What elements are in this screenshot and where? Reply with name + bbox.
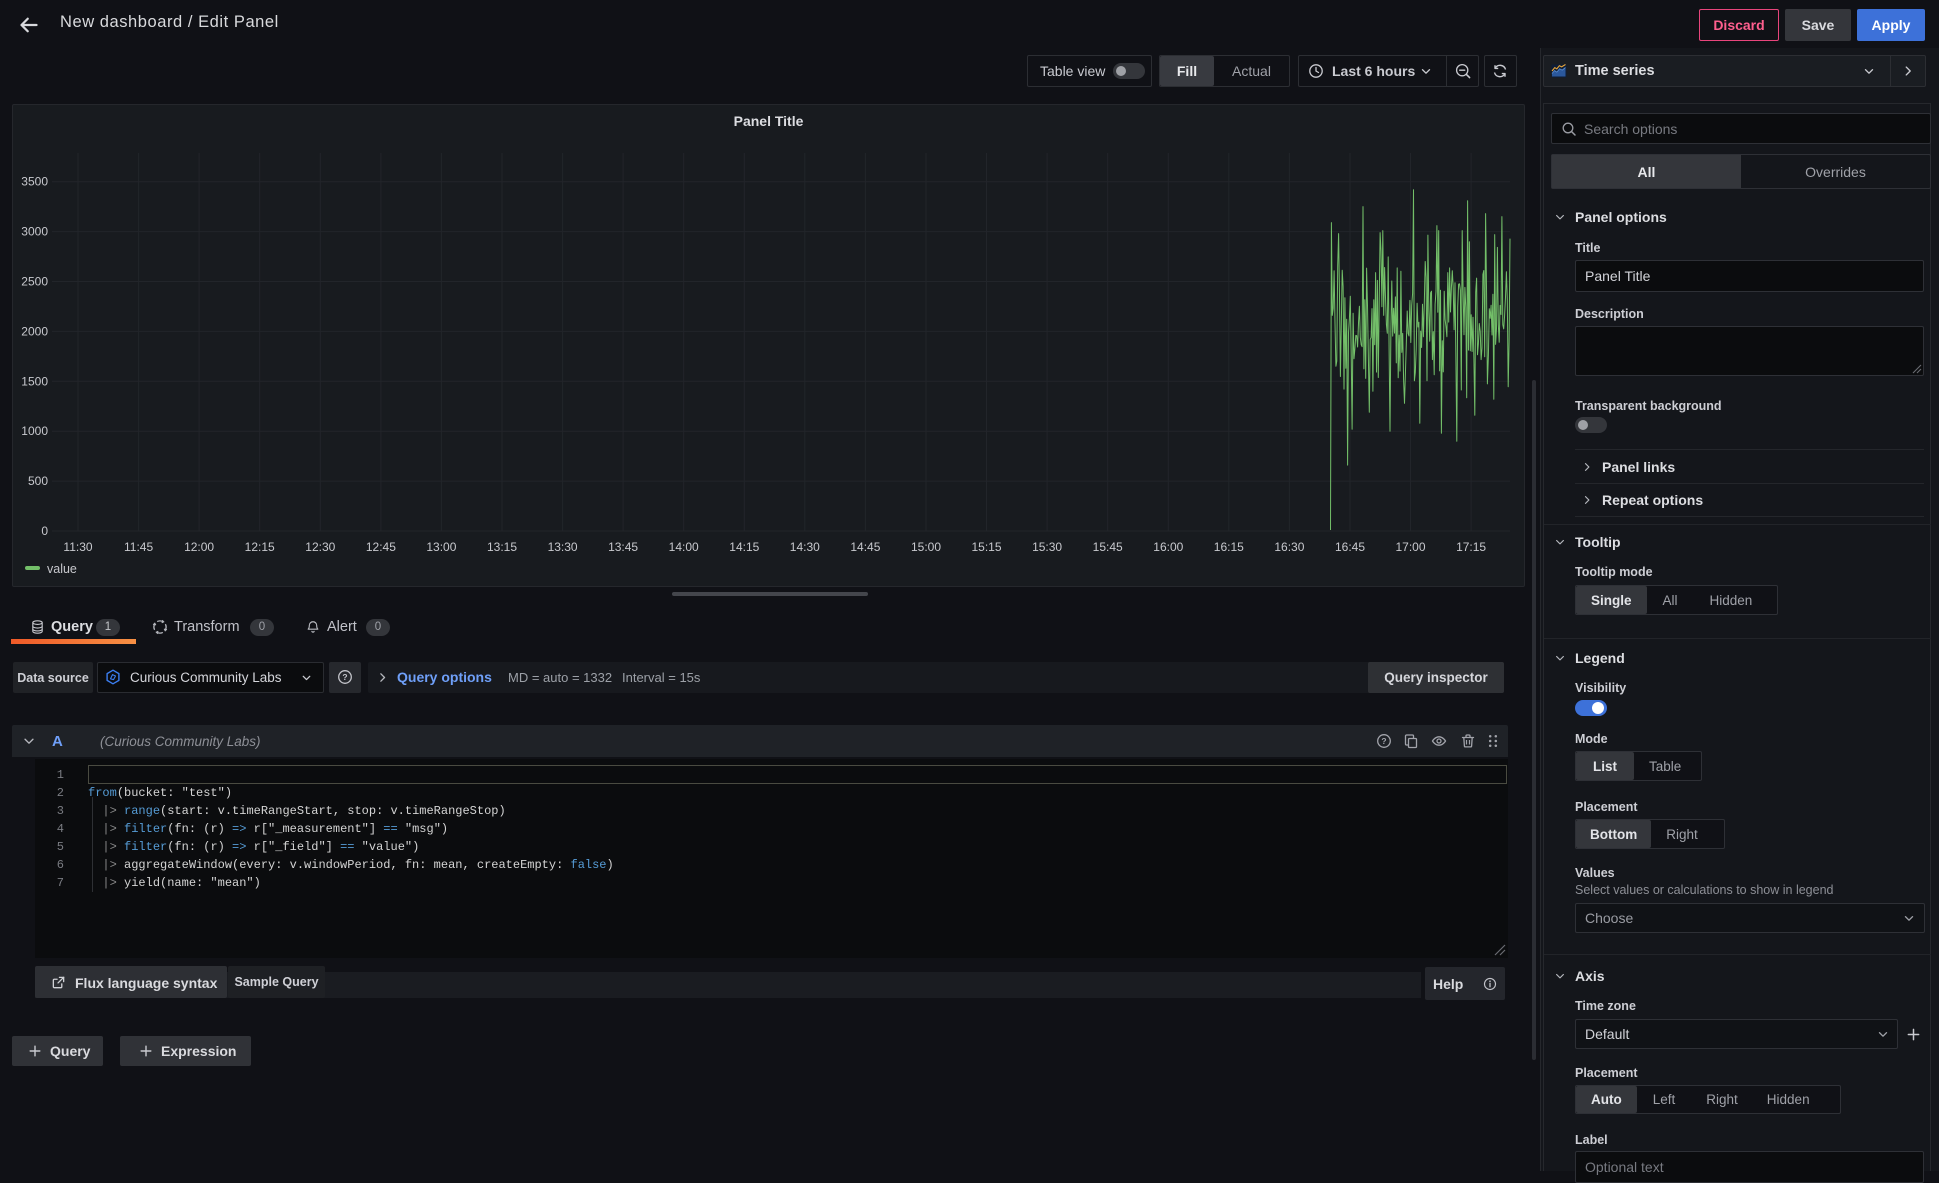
svg-text:13:45: 13:45: [608, 540, 638, 554]
svg-text:15:00: 15:00: [911, 540, 941, 554]
svg-text:12:00: 12:00: [184, 540, 214, 554]
svg-text:16:30: 16:30: [1274, 540, 1304, 554]
svg-text:15:15: 15:15: [971, 540, 1001, 554]
svg-text:16:15: 16:15: [1214, 540, 1244, 554]
svg-text:?: ?: [1381, 736, 1386, 746]
svg-text:12:30: 12:30: [305, 540, 335, 554]
svg-text:11:45: 11:45: [124, 540, 153, 554]
svg-text:16:45: 16:45: [1335, 540, 1365, 554]
svg-text:12:45: 12:45: [366, 540, 396, 554]
svg-text:14:45: 14:45: [850, 540, 880, 554]
svg-text:11:30: 11:30: [63, 540, 92, 554]
svg-text:16:00: 16:00: [1153, 540, 1183, 554]
svg-text:17:00: 17:00: [1395, 540, 1425, 554]
svg-text:14:30: 14:30: [790, 540, 820, 554]
svg-text:14:15: 14:15: [729, 540, 759, 554]
svg-text:15:45: 15:45: [1093, 540, 1123, 554]
svg-text:?: ?: [342, 672, 347, 682]
svg-text:13:00: 13:00: [426, 540, 456, 554]
svg-text:13:30: 13:30: [548, 540, 578, 554]
svg-text:14:00: 14:00: [669, 540, 699, 554]
svg-text:17:15: 17:15: [1456, 540, 1486, 554]
svg-text:12:15: 12:15: [245, 540, 275, 554]
svg-text:15:30: 15:30: [1032, 540, 1062, 554]
svg-text:13:15: 13:15: [487, 540, 517, 554]
